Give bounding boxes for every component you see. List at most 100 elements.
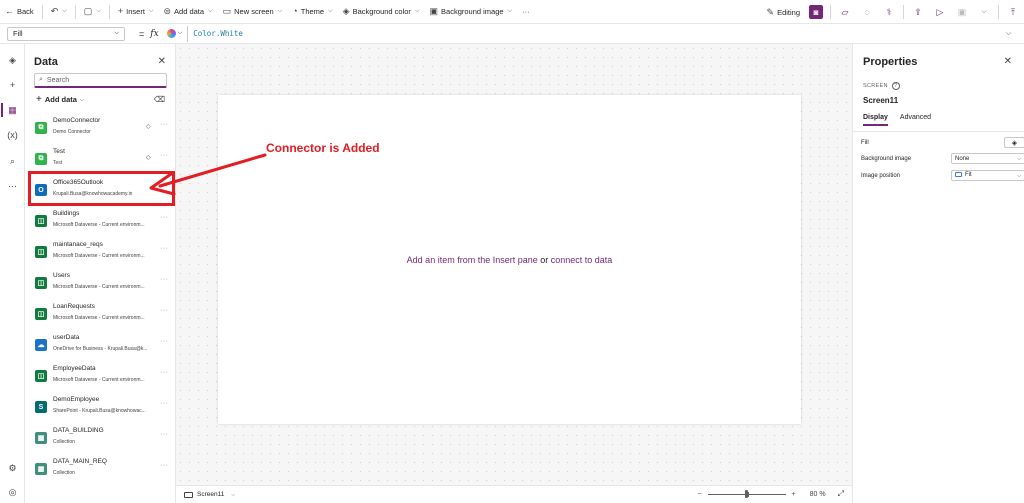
data-source-subtitle: Microsoft Dataverse - Current environm..… xyxy=(53,377,145,383)
data-source-name: DemoEmployee xyxy=(53,396,100,403)
formula-input[interactable]: Color.White xyxy=(187,25,1002,42)
divider xyxy=(903,5,904,19)
background-image-dropdown[interactable]: None ⌵ xyxy=(951,153,1024,164)
screen-icon xyxy=(184,491,193,498)
stethoscope-icon[interactable]: ⚕ xyxy=(878,2,900,22)
insert-icon[interactable]: + xyxy=(0,75,25,95)
control-kind: SCREEN ? xyxy=(863,82,900,90)
data-source-item[interactable]: ◫ LoanRequests Microsoft Dataverse - Curre… xyxy=(25,300,175,326)
comments-icon[interactable]: ▱ xyxy=(834,2,856,22)
background-image-button[interactable]: ▣ Background image ⌵ xyxy=(425,2,518,22)
dataverse-icon: ◫ xyxy=(35,370,47,382)
properties-tabs: Display Advanced xyxy=(863,114,931,126)
data-source-name: LoanRequests xyxy=(53,303,95,310)
play-icon[interactable]: ▷ xyxy=(929,2,951,22)
screen-selector[interactable]: Screen11 ⌵ xyxy=(184,491,235,498)
data-source-item[interactable]: S DemoEmployee SharePoint - Krupali.Busa@k… xyxy=(25,393,175,419)
data-source-item[interactable]: ▦ DATA_BUILDING Collection ··· xyxy=(25,424,175,450)
theme-button[interactable]: ◔ Theme ⌵ xyxy=(287,2,337,22)
tab-display[interactable]: Display xyxy=(863,114,888,126)
data-source-subtitle: Collection xyxy=(53,439,75,445)
zoom-slider[interactable] xyxy=(707,489,786,499)
more-options-icon[interactable]: ··· xyxy=(160,400,169,407)
more-options-icon[interactable]: ··· xyxy=(160,369,169,376)
data-source-name: DemoConnector xyxy=(53,117,101,124)
image-position-dropdown[interactable]: Fit ⌵ xyxy=(951,170,1024,181)
publish-icon[interactable]: ⤒ xyxy=(1002,2,1024,22)
insert-pane-link[interactable]: Add an item from the Insert pane xyxy=(407,255,538,265)
more-icon[interactable]: ··· xyxy=(0,176,25,196)
empty-screen-message: Add an item from the Insert pane or conn… xyxy=(406,255,613,265)
dataverse-icon: ◫ xyxy=(35,215,47,227)
data-source-item[interactable]: ▦ DATA_MAIN_REQ Collection ··· xyxy=(25,455,175,481)
expand-formula-icon[interactable]: ⌵ xyxy=(1006,30,1016,38)
data-source-subtitle: Microsoft Dataverse - Current environm..… xyxy=(53,253,145,259)
layers-icon[interactable]: ◈ xyxy=(0,50,25,70)
search-icon[interactable]: ⌕ xyxy=(0,151,25,171)
data-source-item[interactable]: ◫ maintanace_reqs Microsoft Dataverse - Cu… xyxy=(25,238,175,264)
bottom-bar: Screen11 ⌵ − + 80 % ⤢ xyxy=(176,485,852,503)
help-icon[interactable]: ? xyxy=(891,82,900,90)
more-options-icon[interactable]: ··· xyxy=(160,121,169,128)
data-source-name: DATA_MAIN_REQ xyxy=(53,458,107,465)
zoom-out-button[interactable]: − xyxy=(697,491,701,498)
more-options-icon[interactable]: ··· xyxy=(160,462,169,469)
tab-advanced[interactable]: Advanced xyxy=(900,114,931,126)
dataverse-icon: ◫ xyxy=(35,277,47,289)
zoom-slider-thumb[interactable] xyxy=(744,490,748,498)
data-source-subtitle: Collection xyxy=(53,470,75,476)
fit-to-window-icon[interactable]: ⤢ xyxy=(838,489,844,499)
properties-panel: Properties ✕ SCREEN ? Screen11 Display A… xyxy=(852,44,1024,503)
premium-icon: ◇ xyxy=(146,124,151,130)
share-icon[interactable]: ⇪ xyxy=(907,2,929,22)
data-source-name: DATA_BUILDING xyxy=(53,427,104,434)
account-icon[interactable]: ◎ xyxy=(0,482,25,502)
more-options-icon[interactable]: ··· xyxy=(160,152,169,159)
app-checker-icon[interactable]: ◙ xyxy=(809,5,823,19)
left-rail: ◈ + ▦ (x) ⌕ ··· ⚙ ◎ xyxy=(0,44,25,503)
close-icon[interactable]: ✕ xyxy=(1004,56,1012,67)
data-source-item[interactable]: ◫ EmployeeData Microsoft Dataverse - Curre… xyxy=(25,362,175,388)
chevron-down-icon[interactable]: ⌵ xyxy=(973,2,995,22)
more-options-icon[interactable]: ··· xyxy=(160,431,169,438)
editing-button[interactable]: ✎ Editing xyxy=(762,2,805,22)
data-source-item[interactable]: ☁ userData OneDrive for Business - Krupali… xyxy=(25,331,175,357)
data-source-name: Test xyxy=(53,148,65,155)
data-source-name: Users xyxy=(53,272,70,279)
background-color-button[interactable]: ◈ Background color ⌵ xyxy=(338,2,425,22)
copilot-icon[interactable]: ◌ xyxy=(856,2,878,22)
more-options-icon[interactable]: ··· xyxy=(160,338,169,345)
new-screen-button[interactable]: ▭ New screen ⌵ xyxy=(218,2,288,22)
data-icon[interactable]: ▦ xyxy=(0,100,25,120)
paint-bucket-icon: ◈ xyxy=(342,6,350,16)
chevron-down-icon: ⌵ xyxy=(231,491,236,498)
dataverse-icon: ◫ xyxy=(35,246,47,258)
data-source-item[interactable]: ◫ Users Microsoft Dataverse - Current envi… xyxy=(25,269,175,295)
more-options-icon[interactable]: ··· xyxy=(160,276,169,283)
annotation-text: Connector is Added xyxy=(266,141,380,155)
more-commands-button[interactable]: ··· xyxy=(517,2,535,22)
more-options-icon[interactable]: ··· xyxy=(160,214,169,221)
data-source-item[interactable]: ⧉ Test Test ◇ ··· xyxy=(25,145,175,171)
variables-icon[interactable]: (x) xyxy=(0,125,25,145)
control-name: Screen11 xyxy=(863,96,899,105)
chevron-down-icon: ⌵ xyxy=(414,8,420,14)
data-source-item[interactable]: ◫ Buildings Microsoft Dataverse - Current … xyxy=(25,207,175,233)
data-source-subtitle: SharePoint - Krupali.Busa@knowhowac... xyxy=(53,408,146,414)
more-options-icon[interactable]: ··· xyxy=(160,307,169,314)
zoom-in-button[interactable]: + xyxy=(792,491,796,498)
settings-icon[interactable]: ⚙ xyxy=(0,458,25,478)
arrow-left-icon: ← xyxy=(5,6,14,16)
chevron-down-icon: ⌵ xyxy=(208,8,213,14)
chevron-down-icon: ⌵ xyxy=(1017,155,1021,162)
chevron-down-icon: ⌵ xyxy=(1017,172,1021,179)
more-options-icon[interactable]: ··· xyxy=(160,245,169,252)
connect-to-data-link[interactable]: connect to data xyxy=(551,255,613,265)
divider xyxy=(830,5,831,19)
fill-color-picker[interactable]: ◈ xyxy=(1004,137,1024,148)
collection-icon: ▦ xyxy=(35,463,47,475)
data-source-item[interactable]: ⧉ DemoConnector Demo Connector ◇ ··· xyxy=(25,114,175,140)
divider xyxy=(853,131,1024,132)
chevron-down-icon: ⌵ xyxy=(277,8,283,14)
save-icon[interactable]: ▣ xyxy=(951,2,973,22)
